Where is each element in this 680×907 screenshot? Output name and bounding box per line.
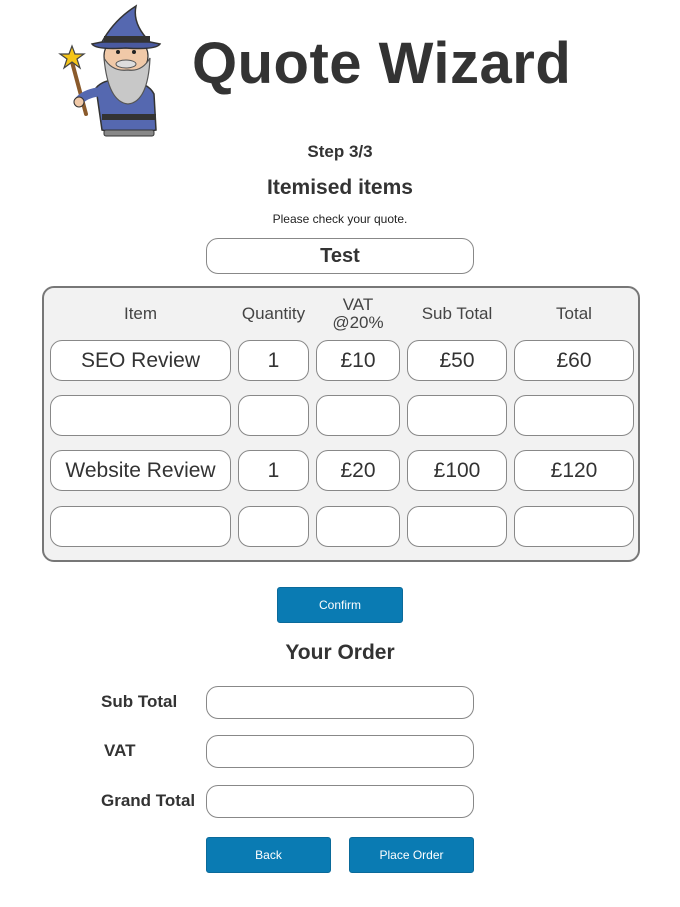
cell-item-row-1[interactable]: SEO Review [50,340,231,381]
cell-item-row-4[interactable] [50,506,231,547]
back-button[interactable]: Back [206,837,331,873]
step-indicator: Step 3/3 [307,142,373,161]
cell-vat-row-4[interactable] [316,506,400,547]
column-header-subtotal: Sub Total [421,304,493,323]
grand-total-field[interactable] [206,785,474,818]
column-header-total: Total [556,304,592,323]
cell-vat-row-1[interactable]: £10 [316,340,400,381]
cell-total-row-4[interactable] [514,506,634,547]
instruction-text: Please check your quote. [272,212,408,226]
quote-name-field[interactable]: Test [206,238,474,274]
order-heading: Your Order [285,641,395,664]
column-header-item: Item [123,304,158,323]
place-order-button[interactable]: Place Order [349,837,474,873]
wizard-logo [58,4,162,137]
cell-item-row-3[interactable]: Website Review [50,450,231,491]
grand-total-label: Grand Total [101,791,196,810]
column-header-vat: VAT @20% [332,295,384,332]
cell-quantity-row-1[interactable]: 1 [238,340,309,381]
cell-quantity-row-4[interactable] [238,506,309,547]
vat-label: VAT [104,741,136,760]
cell-total-row-3[interactable]: £120 [514,450,634,491]
section-heading: Itemised items [267,176,413,199]
cell-total-row-2[interactable] [514,395,634,436]
cell-item-row-2[interactable] [50,395,231,436]
page-title: Quote Wizard [192,31,572,96]
cell-vat-row-3[interactable]: £20 [316,450,400,491]
vat-field[interactable] [206,735,474,768]
column-header-quantity: Quantity [241,304,306,323]
cell-total-row-1[interactable]: £60 [514,340,634,381]
cell-subtotal-row-2[interactable] [407,395,507,436]
cell-subtotal-row-4[interactable] [407,506,507,547]
cell-quantity-row-3[interactable]: 1 [238,450,309,491]
cell-vat-row-2[interactable] [316,395,400,436]
subtotal-label: Sub Total [101,692,178,711]
cell-subtotal-row-3[interactable]: £100 [407,450,507,491]
confirm-button[interactable]: Confirm [277,587,403,623]
cell-quantity-row-2[interactable] [238,395,309,436]
subtotal-field[interactable] [206,686,474,719]
cell-subtotal-row-1[interactable]: £50 [407,340,507,381]
